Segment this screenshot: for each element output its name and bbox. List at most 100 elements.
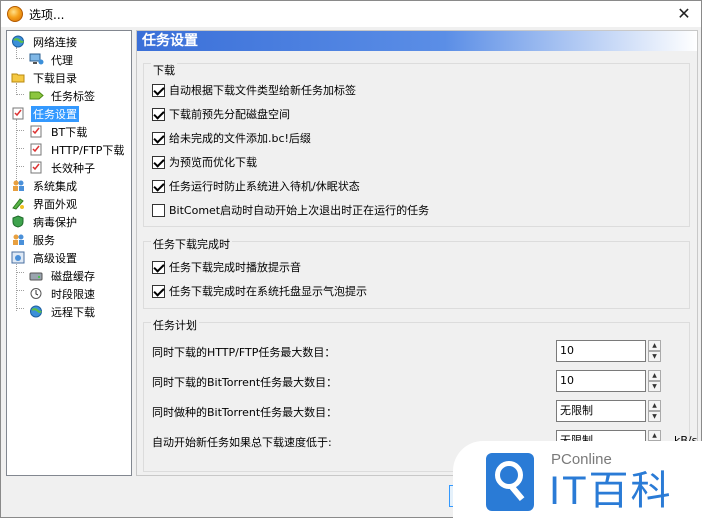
spin-up-icon[interactable]: ▲ <box>648 370 661 381</box>
setting-label: 同时做种的BitTorrent任务最大数目： <box>152 406 338 419</box>
spin-down-icon[interactable]: ▼ <box>648 411 661 422</box>
tree-item-label: 下载目录 <box>33 71 77 85</box>
settings-panel: 任务设置 下载 自动根据下载文件类型给新任务加标签 下载前预先分配磁盘空间 给未… <box>136 30 698 476</box>
users-icon <box>13 180 24 191</box>
checkbox[interactable] <box>152 260 165 274</box>
proxy-computer-icon <box>29 53 44 65</box>
tree-item-bt-download[interactable]: BT下载 <box>29 123 89 140</box>
tree-item-label: 磁盘缓存 <box>51 269 95 283</box>
spin-down-icon[interactable]: ▼ <box>648 351 661 362</box>
checkbox[interactable] <box>152 155 165 169</box>
tree-item-service[interactable]: 服务 <box>11 231 57 248</box>
option-label: BitComet启动时自动开始上次退出时正在运行的任务 <box>169 204 430 217</box>
group-title: 任务下载完成时 <box>151 236 232 252</box>
window-title: 选项... <box>29 8 65 22</box>
option-label: 任务下载完成时在系统托盘显示气泡提示 <box>169 285 367 298</box>
spin-down-icon[interactable]: ▼ <box>648 381 661 392</box>
option-label: 给未完成的文件添加.bc!后缀 <box>169 132 311 145</box>
spinner[interactable]: ▲ ▼ <box>648 400 661 422</box>
tree-item-label: 服务 <box>33 233 55 247</box>
option-prevent-standby[interactable]: 任务运行时防止系统进入待机/休眠状态 <box>152 178 360 194</box>
title-bar: 选项... ✕ <box>1 1 701 27</box>
tree-item-http-ftp-download[interactable]: HTTP/FTP下载 <box>29 141 126 158</box>
checkbox[interactable] <box>152 83 165 97</box>
advanced-settings-icon <box>11 251 25 264</box>
tree-item-label: 时段限速 <box>51 287 95 301</box>
http-task-icon <box>30 143 42 156</box>
spin-up-icon[interactable]: ▲ <box>648 430 661 441</box>
tree-item-label: 代理 <box>51 53 73 67</box>
tree-item-proxy[interactable]: 代理 <box>29 51 75 68</box>
tree-item-label: HTTP/FTP下载 <box>51 143 125 157</box>
option-preallocate[interactable]: 下载前预先分配磁盘空间 <box>152 106 290 122</box>
appearance-icon <box>12 198 24 210</box>
spin-up-icon[interactable]: ▲ <box>648 400 661 411</box>
max-bt-seed-input[interactable]: 无限制 <box>556 400 646 422</box>
checkbox[interactable] <box>152 284 165 298</box>
complete-group: 任务下载完成时 任务下载完成时播放提示音 任务下载完成时在系统托盘显示气泡提示 <box>143 236 690 309</box>
option-label: 任务下载完成时播放提示音 <box>169 261 301 274</box>
checkbox[interactable] <box>152 179 165 193</box>
setting-label: 自动开始新任务如果总下载速度低于: <box>152 436 332 449</box>
tree-item-label: 界面外观 <box>33 197 77 211</box>
shield-icon <box>12 215 24 228</box>
setting-label: 同时下载的HTTP/FTP任务最大数目： <box>152 346 336 359</box>
option-resume-on-start[interactable]: BitComet启动时自动开始上次退出时正在运行的任务 <box>152 202 429 218</box>
bitcomet-app-icon <box>7 6 23 22</box>
tree-item-long-seed[interactable]: 长效种子 <box>29 159 97 176</box>
pconline-watermark: PConline IT百科 <box>453 441 702 518</box>
tree-item-disk-cache[interactable]: 磁盘缓存 <box>29 267 97 284</box>
max-bt-seed-row: 同时做种的BitTorrent任务最大数目： 无限制 ▲ ▼ <box>152 400 687 422</box>
checkbox[interactable] <box>152 203 165 217</box>
tree-item-advanced[interactable]: 高级设置 <box>11 249 79 266</box>
task-settings-icon <box>12 107 24 120</box>
tree-item-label: 任务设置 <box>31 105 79 122</box>
setting-label: 同时下载的BitTorrent任务最大数目： <box>152 376 338 389</box>
time-limit-icon <box>30 288 42 299</box>
settings-tree[interactable]: 网络连接 代理 下载目录 任务标签 任务设置 BT下载 HTTP/FTP下载 长… <box>6 30 132 476</box>
tree-item-label: BT下载 <box>51 125 88 139</box>
remote-download-icon <box>30 305 42 318</box>
tree-item-label: 长效种子 <box>51 161 95 175</box>
tree-item-task-tags[interactable]: 任务标签 <box>29 87 97 104</box>
tree-item-network[interactable]: 网络连接 <box>11 33 79 50</box>
tree-item-time-limit[interactable]: 时段限速 <box>29 285 97 302</box>
panel-title: 任务设置 <box>137 31 697 51</box>
close-button[interactable]: ✕ <box>673 3 695 25</box>
seed-task-icon <box>30 161 42 174</box>
max-bt-download-row: 同时下载的BitTorrent任务最大数目： 10 ▲ ▼ <box>152 370 687 392</box>
option-label: 任务运行时防止系统进入待机/休眠状态 <box>169 180 360 193</box>
bt-task-icon <box>30 125 42 138</box>
pconline-logo-icon <box>486 453 534 511</box>
option-bc-suffix[interactable]: 给未完成的文件添加.bc!后缀 <box>152 130 311 146</box>
option-auto-tag[interactable]: 自动根据下载文件类型给新任务加标签 <box>152 82 356 98</box>
tree-item-appearance[interactable]: 界面外观 <box>11 195 79 212</box>
download-group: 下载 自动根据下载文件类型给新任务加标签 下载前预先分配磁盘空间 给未完成的文件… <box>143 62 690 227</box>
disk-cache-icon <box>29 272 43 281</box>
option-label: 为预览而优化下载 <box>169 156 257 169</box>
tree-item-label: 病毒保护 <box>33 215 77 229</box>
tree-item-label: 系统集成 <box>33 179 77 193</box>
tree-item-system-integration[interactable]: 系统集成 <box>11 177 79 194</box>
option-preview-optimize[interactable]: 为预览而优化下载 <box>152 154 257 170</box>
max-http-ftp-input[interactable]: 10 <box>556 340 646 362</box>
watermark-small-text: PConline <box>551 451 612 468</box>
tree-item-download-dir[interactable]: 下载目录 <box>11 69 79 86</box>
globe-network-icon <box>12 35 24 48</box>
options-window: 选项... ✕ 网络连接 代理 下载目录 任务标签 任务设置 BT下载 HTTP… <box>0 0 702 518</box>
spinner[interactable]: ▲ ▼ <box>648 340 661 362</box>
spinner[interactable]: ▲ ▼ <box>648 370 661 392</box>
option-play-sound[interactable]: 任务下载完成时播放提示音 <box>152 259 301 275</box>
watermark-big-text: IT百科 <box>549 469 673 513</box>
checkbox[interactable] <box>152 107 165 121</box>
tree-item-label: 网络连接 <box>33 35 77 49</box>
tree-item-remote-download[interactable]: 远程下载 <box>29 303 97 320</box>
group-title: 任务计划 <box>151 317 199 333</box>
max-bt-download-input[interactable]: 10 <box>556 370 646 392</box>
checkbox[interactable] <box>152 131 165 145</box>
tree-item-label: 任务标签 <box>51 89 95 103</box>
spin-up-icon[interactable]: ▲ <box>648 340 661 351</box>
tree-item-virus-protection[interactable]: 病毒保护 <box>11 213 79 230</box>
option-tray-balloon[interactable]: 任务下载完成时在系统托盘显示气泡提示 <box>152 283 367 299</box>
tree-item-task-settings[interactable]: 任务设置 <box>11 105 79 122</box>
